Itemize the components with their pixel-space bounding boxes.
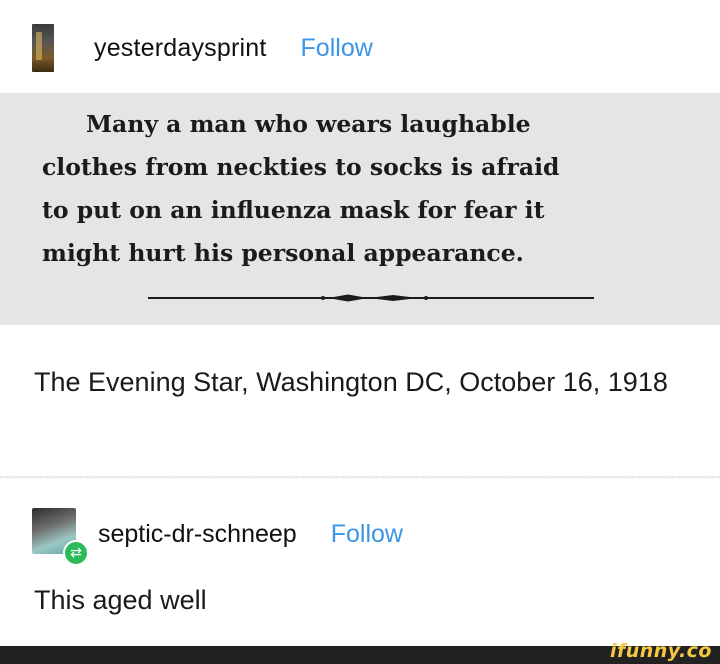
avatar[interactable]: ⇄ — [32, 508, 89, 566]
follow-button[interactable]: Follow — [331, 520, 403, 549]
reblog-username[interactable]: septic-dr-schneep — [98, 520, 297, 549]
follow-button[interactable]: Follow — [301, 34, 373, 63]
divider — [0, 476, 720, 479]
post-caption: The Evening Star, Washington DC, October… — [34, 367, 668, 397]
ornament-divider — [148, 294, 594, 302]
clipping-line: clothes from neckties to socks is afraid — [42, 153, 560, 181]
avatar[interactable] — [32, 24, 54, 72]
clipping-text: Many a man who wears laughable clothes f… — [42, 103, 692, 275]
reblog-icon: ⇄ — [63, 540, 89, 566]
clipping-line: Many a man who wears laughable — [86, 110, 531, 138]
clipping-line: to put on an influenza mask for fear it — [42, 196, 545, 224]
newspaper-clipping-image: Many a man who wears laughable clothes f… — [0, 93, 720, 325]
reblog-header: ⇄ septic-dr-schneep Follow — [32, 508, 403, 566]
username[interactable]: yesterdaysprint — [94, 34, 267, 63]
watermark-logo: ifunny.co — [609, 640, 712, 662]
post-header: yesterdaysprint Follow — [32, 22, 373, 74]
reblog-comment: This aged well — [34, 585, 207, 615]
clipping-line: might hurt his personal appearance. — [42, 239, 524, 267]
